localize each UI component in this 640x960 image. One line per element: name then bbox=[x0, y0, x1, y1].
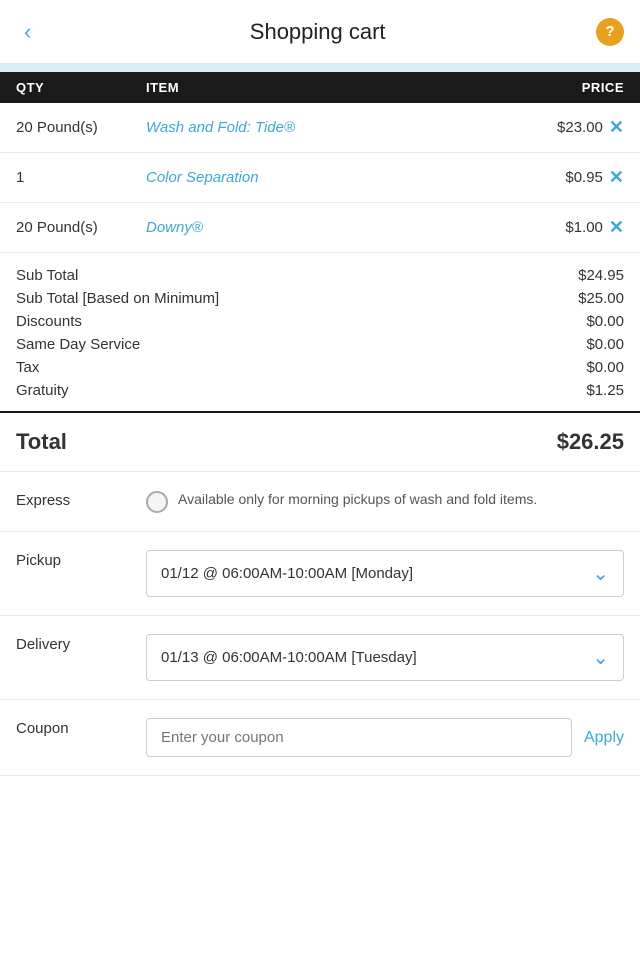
row-item: Downy® bbox=[146, 219, 503, 236]
total-value: $26.25 bbox=[557, 429, 624, 455]
row-item: Color Separation bbox=[146, 169, 503, 186]
help-button[interactable]: ? bbox=[596, 18, 624, 46]
express-radio[interactable] bbox=[146, 491, 168, 513]
summary-label: Sub Total bbox=[16, 267, 78, 284]
table-row: 1 Color Separation $0.95 ✕ bbox=[0, 153, 640, 203]
summary-value: $24.95 bbox=[578, 267, 624, 284]
summary-tax: Tax $0.00 bbox=[16, 359, 624, 376]
apply-coupon-button[interactable]: Apply bbox=[584, 729, 624, 747]
delivery-value: 01/13 @ 06:00AM-10:00AM [Tuesday] bbox=[161, 649, 584, 666]
coupon-label: Coupon bbox=[16, 718, 146, 737]
delivery-label: Delivery bbox=[16, 634, 146, 653]
total-row: Total $26.25 bbox=[0, 413, 640, 472]
summary-label: Discounts bbox=[16, 313, 82, 330]
summary-discounts: Discounts $0.00 bbox=[16, 313, 624, 330]
back-button[interactable]: ‹ bbox=[16, 15, 39, 49]
summary-gratuity: Gratuity $1.25 bbox=[16, 382, 624, 399]
page-title: Shopping cart bbox=[39, 19, 596, 45]
remove-item-button[interactable]: ✕ bbox=[609, 217, 624, 238]
express-description: Available only for morning pickups of wa… bbox=[178, 490, 537, 510]
delivery-dropdown[interactable]: 01/13 @ 06:00AM-10:00AM [Tuesday] ⌄ bbox=[146, 634, 624, 681]
row-item: Wash and Fold: Tide® bbox=[146, 119, 503, 136]
accent-bar bbox=[0, 64, 640, 72]
summary-value: $0.00 bbox=[586, 359, 624, 376]
row-price: $23.00 bbox=[503, 119, 603, 136]
header: ‹ Shopping cart ? bbox=[0, 0, 640, 64]
col-header-qty: QTY bbox=[16, 80, 146, 95]
summary-value: $25.00 bbox=[578, 290, 624, 307]
summary-value: $0.00 bbox=[586, 313, 624, 330]
pickup-label: Pickup bbox=[16, 550, 146, 569]
express-section: Express Available only for morning picku… bbox=[0, 472, 640, 532]
summary-label: Tax bbox=[16, 359, 39, 376]
col-header-item: ITEM bbox=[146, 80, 504, 95]
summary-same-day: Same Day Service $0.00 bbox=[16, 336, 624, 353]
delivery-section: Delivery 01/13 @ 06:00AM-10:00AM [Tuesda… bbox=[0, 616, 640, 700]
row-qty: 1 bbox=[16, 169, 146, 186]
table-header: QTY ITEM PRICE bbox=[0, 72, 640, 103]
summary-label: Same Day Service bbox=[16, 336, 140, 353]
remove-item-button[interactable]: ✕ bbox=[609, 167, 624, 188]
summary-label: Gratuity bbox=[16, 382, 69, 399]
express-label: Express bbox=[16, 490, 146, 509]
remove-item-button[interactable]: ✕ bbox=[609, 117, 624, 138]
pickup-value: 01/12 @ 06:00AM-10:00AM [Monday] bbox=[161, 565, 584, 582]
row-qty: 20 Pound(s) bbox=[16, 219, 146, 236]
pickup-content: 01/12 @ 06:00AM-10:00AM [Monday] ⌄ bbox=[146, 550, 624, 597]
express-content: Available only for morning pickups of wa… bbox=[146, 490, 624, 513]
summary-subtotal-minimum: Sub Total [Based on Minimum] $25.00 bbox=[16, 290, 624, 307]
coupon-content: Apply bbox=[146, 718, 624, 757]
summary-subtotal: Sub Total $24.95 bbox=[16, 267, 624, 284]
total-label: Total bbox=[16, 429, 67, 455]
table-row: 20 Pound(s) Wash and Fold: Tide® $23.00 … bbox=[0, 103, 640, 153]
pickup-dropdown[interactable]: 01/12 @ 06:00AM-10:00AM [Monday] ⌄ bbox=[146, 550, 624, 597]
row-price: $0.95 bbox=[503, 169, 603, 186]
coupon-input[interactable] bbox=[146, 718, 572, 757]
order-summary: Sub Total $24.95 Sub Total [Based on Min… bbox=[0, 253, 640, 413]
summary-value: $1.25 bbox=[586, 382, 624, 399]
coupon-section: Coupon Apply bbox=[0, 700, 640, 776]
row-qty: 20 Pound(s) bbox=[16, 119, 146, 136]
delivery-content: 01/13 @ 06:00AM-10:00AM [Tuesday] ⌄ bbox=[146, 634, 624, 681]
chevron-down-icon: ⌄ bbox=[592, 561, 609, 586]
chevron-down-icon: ⌄ bbox=[592, 645, 609, 670]
table-row: 20 Pound(s) Downy® $1.00 ✕ bbox=[0, 203, 640, 253]
row-price: $1.00 bbox=[503, 219, 603, 236]
col-header-price: PRICE bbox=[504, 80, 624, 95]
pickup-section: Pickup 01/12 @ 06:00AM-10:00AM [Monday] … bbox=[0, 532, 640, 616]
summary-label: Sub Total [Based on Minimum] bbox=[16, 290, 219, 307]
summary-value: $0.00 bbox=[586, 336, 624, 353]
